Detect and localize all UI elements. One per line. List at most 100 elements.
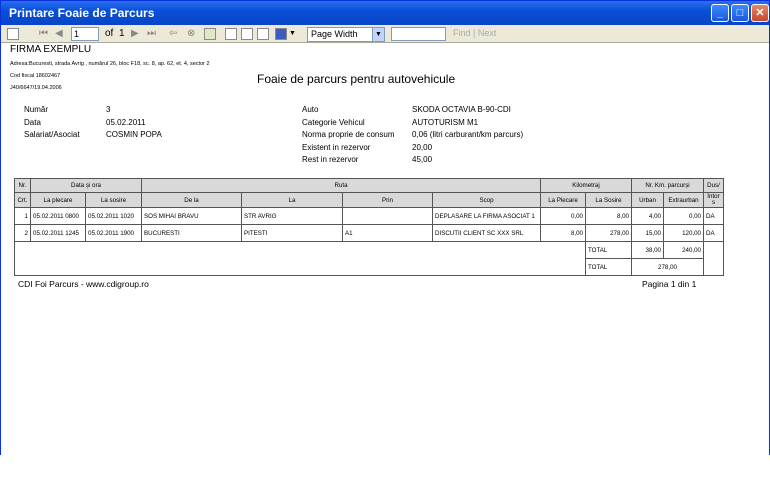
table-cell: 0,00 [540,207,586,225]
table-cell: 05.02.2011 1900 [85,224,142,242]
table-cell: 120,00 [663,224,704,242]
minimize-button[interactable]: _ [711,4,729,22]
table-cell: DISCUTII CLIENT SC XXX SRL [432,224,541,242]
table-cell: 38,00 [631,241,664,259]
report-page: FIRMA EXEMPLU Adresa:Bucuresti, strada A… [1,43,769,455]
export-icon[interactable] [275,28,287,40]
header-row-2: Crt. La plecare La sosire De la La Prin … [14,192,724,208]
table-cell: STR AVRIG [241,207,343,225]
header-cell: Nr. [14,178,31,193]
footer-left: CDI Foi Parcurs - www.cdigroup.ro [18,279,149,289]
company-registration: J40/6647/19.04.2006 [10,85,62,91]
zoom-value: Page Width [311,29,358,39]
table-cell: 4,00 [631,207,664,225]
page-count: 1 [119,28,125,39]
header-cell: La [241,192,343,208]
back-icon[interactable]: ⇦ [169,27,177,41]
previous-page-icon[interactable]: ◀ [55,27,63,41]
table-cell: 05.02.2011 1020 [85,207,142,225]
info-row: Auto SKODA OCTAVIA B-90-CDI [302,105,511,114]
header-cell: Nr. Km. parcurși [631,178,704,193]
zoom-select[interactable]: Page Width ▼ [307,27,385,42]
table-cell [342,207,433,225]
table-cell: DA [703,224,724,242]
report-window: Printare Foaie de Parcurs _ □ ✕ ⏮ ◀ 1 of… [0,0,770,455]
maximize-button[interactable]: □ [731,4,749,22]
table-cell [14,241,586,276]
footer-page: Pagina 1 din 1 [642,279,697,289]
header-cell: De la [141,192,242,208]
header-cell: Scop [432,192,541,208]
table-cell: 15,00 [631,224,664,242]
table-cell: BUCURESTI [141,224,242,242]
report-title: Foaie de parcurs pentru autovehicule [257,72,456,86]
last-page-icon[interactable]: ⏭ [147,27,156,41]
table-cell: PITESTI [241,224,343,242]
table-cell: 278,00 [631,258,704,276]
header-cell: Dus/ [703,178,724,193]
table-cell: A1 [342,224,433,242]
stop-icon[interactable]: ⊗ [187,27,195,41]
info-row: Salariat/Asociat COSMIN POPA [24,130,162,139]
header-cell: Prin [342,192,433,208]
table-cell: 8,00 [585,207,632,225]
next-page-icon[interactable]: ▶ [131,27,139,41]
header-cell: La plecare [30,192,86,208]
of-label: of [105,28,114,39]
page-setup-icon[interactable] [257,28,269,40]
print-layout-icon[interactable] [241,28,253,40]
company-fiscal-code: Cod fiscal 18602467 [10,73,61,79]
report-toolbar: ⏮ ◀ 1 of 1 ▶ ⏭ ⇦ ⊗ ▼ Page Width ▼ Find | … [1,25,769,43]
find-next-link[interactable]: Find | Next [453,28,496,38]
header-cell: Extraurban [663,192,704,208]
find-input[interactable] [391,27,446,41]
table-cell [703,241,724,276]
table-cell: 1 [14,207,31,225]
route-table: Nr. Data și ora Ruta Kilometraj Nr. Km. … [14,178,724,276]
chevron-down-icon: ▼ [372,28,384,41]
table-row: 2 05.02.2011 1245 05.02.2011 1900 BUCURESTI… [14,224,724,242]
table-cell: SOS MIHAI BRAVU [141,207,242,225]
header-cell: Întor s [703,192,724,208]
header-cell: La sosire [85,192,142,208]
info-row: Categorie Vehicul AUTOTURISM M1 [302,117,479,127]
table-cell: 0,00 [663,207,704,225]
refresh-icon[interactable] [204,28,216,40]
table-cell: 2 [14,224,31,242]
table-row: 1 05.02.2011 0800 05.02.2011 1020 SOS MIHAI… [14,207,724,225]
total-row: TOTAL 38,00 240,00 [14,241,724,276]
window-title: Printare Foaie de Parcurs [9,6,155,20]
header-row-1: Nr. Data și ora Ruta Kilometraj Nr. Km. … [14,178,724,193]
info-row: Rest in rezervor 45,00 [302,155,433,164]
info-row: Data 05.02.2011 [24,117,146,127]
table-cell: TOTAL [585,241,632,259]
first-page-icon[interactable]: ⏮ [39,27,48,41]
header-cell: La Sosire [585,192,632,208]
title-bar: Printare Foaie de Parcurs _ □ ✕ [1,1,769,25]
info-right: Auto SKODA OCTAVIA B-90-CDI Categorie Veh… [302,104,523,167]
info-row: Existent in rezervor 20,00 [302,142,433,152]
document-map-icon[interactable] [7,28,19,40]
table-cell: 05.02.2011 0800 [30,207,86,225]
header-cell: Ruta [141,178,541,193]
table-cell: 8,00 [540,224,586,242]
table-cell: 05.02.2011 1245 [30,224,86,242]
info-row: Număr 3 [24,105,111,114]
header-cell: Data și ora [30,178,142,193]
table-cell: 278,00 [585,224,632,242]
header-cell: La Plecare [540,192,586,208]
company-address: Adresa:Bucuresti, strada Avrig , numărul… [10,61,210,67]
header-cell: Urban [631,192,664,208]
table-cell: 240,00 [663,241,704,259]
table-cell: DEPLASARE LA FIRMA ASOCIAT 1 [432,207,541,225]
print-icon[interactable] [225,28,237,40]
page-number-input[interactable]: 1 [71,27,99,41]
table-cell: TOTAL [585,258,632,276]
company-name: FIRMA EXEMPLU [10,44,92,55]
close-button[interactable]: ✕ [751,4,769,22]
header-cell: Crt. [14,192,31,208]
export-dropdown-icon[interactable]: ▼ [289,27,296,41]
info-row: Norma proprie de consum 0,06 (litri carbu… [302,130,524,139]
info-left: Număr 3 Data 05.02.2011 Salariat/Asociat CO… [24,104,162,142]
table-cell: DA [703,207,724,225]
